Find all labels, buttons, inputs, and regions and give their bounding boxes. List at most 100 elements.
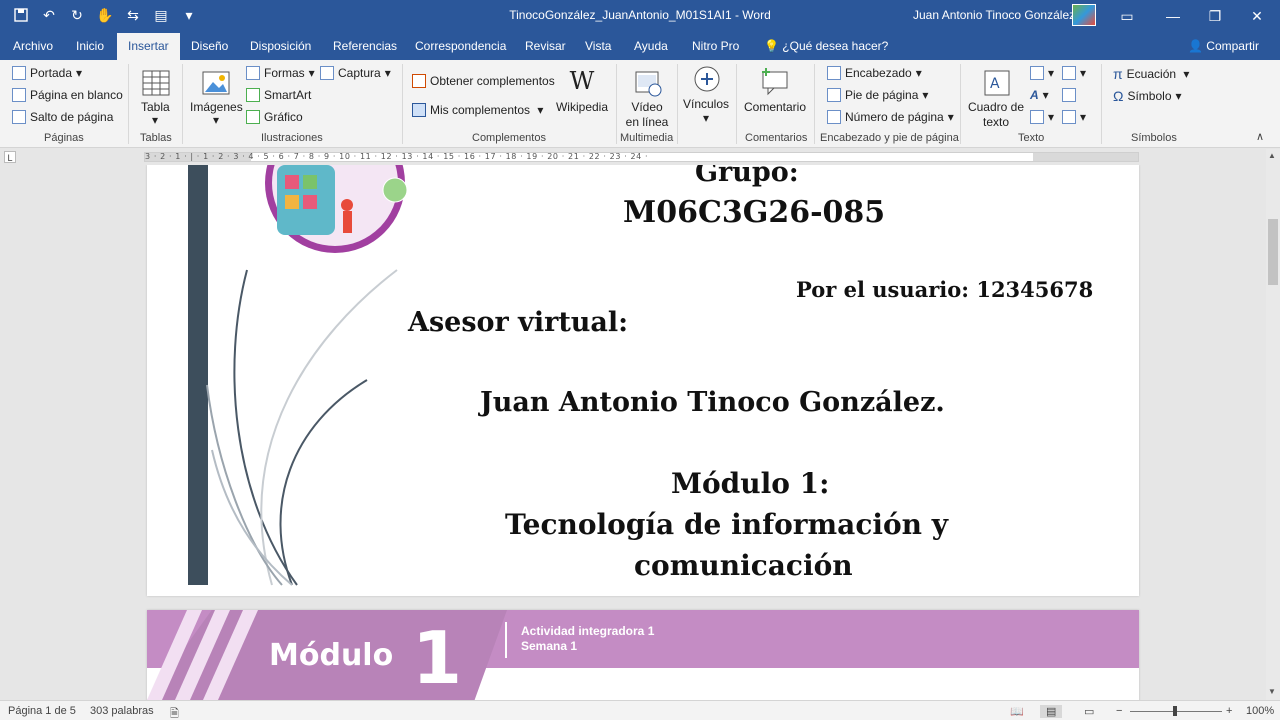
zoom-level[interactable]: 100% bbox=[1246, 705, 1274, 717]
wordart-button[interactable]: A ▾ bbox=[1030, 88, 1049, 102]
numero-de-pagina-label: Número de página bbox=[845, 110, 944, 124]
vertical-scrollbar[interactable]: ▲ ▼ bbox=[1266, 149, 1280, 700]
signature-icon bbox=[1062, 66, 1076, 80]
comentario-button[interactable]: Comentario bbox=[741, 100, 809, 115]
group-label-ilustraciones: Ilustraciones bbox=[261, 132, 323, 144]
tab-archivo[interactable]: Archivo bbox=[11, 32, 55, 60]
document-area[interactable]: Grupo: M06C3G26-085 Por el usuario: 1234… bbox=[0, 165, 1266, 700]
tab-disposicion[interactable]: Disposición bbox=[248, 32, 313, 60]
chevron-down-icon: ▾ bbox=[922, 88, 929, 102]
tab-diseno[interactable]: Diseño bbox=[189, 32, 230, 60]
vinculos-button[interactable]: Vínculos bbox=[682, 97, 730, 112]
pagina-en-blanco-label: Página en blanco bbox=[30, 88, 123, 102]
blank-page-icon bbox=[12, 88, 26, 102]
group-divider bbox=[182, 64, 183, 144]
object-button[interactable]: ▾ bbox=[1062, 110, 1086, 124]
tab-revisar[interactable]: Revisar bbox=[523, 32, 568, 60]
date-time-button[interactable] bbox=[1062, 88, 1076, 102]
store-icon bbox=[412, 74, 426, 88]
obtener-complementos-label: Obtener complementos bbox=[430, 74, 555, 88]
grafico-button[interactable]: Gráfico bbox=[246, 110, 303, 124]
formas-button[interactable]: Formas ▾ bbox=[246, 66, 315, 80]
portada-label: Portada bbox=[30, 66, 73, 80]
encabezado-label: Encabezado bbox=[845, 66, 912, 80]
tell-me-search[interactable]: 💡 ¿Qué desea hacer? bbox=[764, 32, 888, 60]
print-layout-icon[interactable]: ▤ bbox=[1040, 705, 1063, 718]
zoom-out-icon[interactable]: − bbox=[1116, 705, 1122, 717]
horizontal-ruler[interactable]: L 3 · 2 · 1 · | · 1 · 2 · 3 · 4 · 5 · 6 … bbox=[0, 149, 1266, 165]
ecuacion-button[interactable]: π Ecuación ▾ bbox=[1113, 66, 1189, 82]
restore-icon[interactable]: ❐ bbox=[1192, 0, 1238, 32]
tab-ayuda[interactable]: Ayuda bbox=[632, 32, 670, 60]
svg-text:A: A bbox=[990, 76, 1000, 92]
status-bar: Página 1 de 5 303 palabras 🗎 📖 ▤ ▭ − + 1… bbox=[0, 700, 1280, 720]
scroll-down-icon[interactable]: ▼ bbox=[1268, 687, 1276, 696]
collapse-ribbon-icon[interactable]: ∧ bbox=[1256, 130, 1264, 143]
pie-de-pagina-label: Pie de página bbox=[845, 88, 919, 102]
word-count[interactable]: 303 palabras bbox=[90, 705, 154, 717]
chevron-down-icon: ▾ bbox=[1042, 88, 1049, 102]
tab-referencias[interactable]: Referencias bbox=[331, 32, 399, 60]
tab-correspondencia[interactable]: Correspondencia bbox=[413, 32, 508, 60]
drop-cap-button[interactable]: ▾ bbox=[1030, 110, 1054, 124]
captura-button[interactable]: Captura ▾ bbox=[320, 66, 391, 80]
web-layout-icon[interactable]: ▭ bbox=[1084, 705, 1094, 718]
wikipedia-button[interactable]: Wikipedia bbox=[553, 100, 611, 115]
banner-actividad: Actividad integradora 1 bbox=[521, 624, 655, 638]
read-mode-icon[interactable]: 📖 bbox=[1010, 705, 1024, 718]
group-label-complementos: Complementos bbox=[472, 132, 546, 144]
share-button[interactable]: 👤 Compartir bbox=[1188, 32, 1259, 60]
encabezado-button[interactable]: Encabezado ▾ bbox=[827, 66, 922, 80]
comment-icon bbox=[762, 68, 788, 96]
tab-insertar[interactable]: Insertar bbox=[117, 33, 180, 60]
grupo-value: M06C3G26-085 bbox=[623, 195, 886, 230]
ruler-track[interactable]: 3 · 2 · 1 · | · 1 · 2 · 3 · 4 · 5 · 6 · … bbox=[144, 152, 1139, 162]
asesor-nombre: Juan Antonio Tinoco González. bbox=[480, 387, 945, 418]
page-1[interactable]: Grupo: M06C3G26-085 Por el usuario: 1234… bbox=[147, 165, 1139, 596]
person-icon: 👤 bbox=[1188, 39, 1207, 53]
ribbon-display-options-icon[interactable]: ▭ bbox=[1104, 0, 1150, 32]
pie-de-pagina-button[interactable]: Pie de página ▾ bbox=[827, 88, 928, 102]
simbolo-button[interactable]: Ω Símbolo ▾ bbox=[1113, 88, 1182, 104]
scrollbar-thumb[interactable] bbox=[1268, 219, 1278, 285]
group-label-paginas: Páginas bbox=[44, 132, 84, 144]
pagina-en-blanco-button[interactable]: Página en blanco bbox=[12, 88, 123, 102]
chevron-down-icon: ▾ bbox=[212, 113, 220, 127]
quick-parts-icon bbox=[1030, 66, 1044, 80]
wordart-icon: A bbox=[1030, 88, 1039, 102]
share-label: Compartir bbox=[1206, 39, 1259, 53]
zoom-slider-thumb[interactable] bbox=[1173, 706, 1177, 716]
signature-line-button[interactable]: ▾ bbox=[1062, 66, 1086, 80]
page-2[interactable]: Módulo 1 Actividad integradora 1 Semana … bbox=[147, 610, 1139, 700]
tab-inicio[interactable]: Inicio bbox=[74, 32, 106, 60]
portada-button[interactable]: Portada ▾ bbox=[12, 66, 82, 80]
shapes-icon bbox=[246, 66, 260, 80]
tab-nitro-pro[interactable]: Nitro Pro bbox=[690, 32, 741, 60]
mis-complementos-label: Mis complementos bbox=[430, 103, 531, 117]
video-button-line2[interactable]: en línea bbox=[622, 115, 672, 130]
tab-selector[interactable]: L bbox=[4, 151, 16, 163]
quick-parts-button[interactable]: ▾ bbox=[1030, 66, 1054, 80]
smartart-button[interactable]: SmartArt bbox=[246, 88, 311, 102]
scroll-up-icon[interactable]: ▲ bbox=[1268, 151, 1276, 160]
numero-de-pagina-button[interactable]: Número de página ▾ bbox=[827, 110, 954, 124]
chevron-down-icon: ▾ bbox=[1180, 67, 1190, 81]
cuadro-de-texto-button-line2[interactable]: texto bbox=[966, 115, 1026, 130]
account-name[interactable]: Juan Antonio Tinoco González bbox=[913, 8, 1075, 22]
my-addins-icon bbox=[412, 103, 426, 117]
cuadro-de-texto-button[interactable]: Cuadro de bbox=[966, 100, 1026, 115]
minimize-icon[interactable]: — bbox=[1150, 0, 1196, 32]
chevron-down-icon: ▾ bbox=[1080, 110, 1087, 124]
page-count[interactable]: Página 1 de 5 bbox=[8, 705, 76, 717]
obtener-complementos-button[interactable]: Obtener complementos bbox=[412, 74, 555, 88]
tab-vista[interactable]: Vista bbox=[583, 32, 613, 60]
close-icon[interactable]: ✕ bbox=[1234, 0, 1280, 32]
video-button[interactable]: Vídeo bbox=[622, 100, 672, 115]
chevron-down-icon: ▾ bbox=[308, 66, 315, 80]
zoom-in-icon[interactable]: + bbox=[1226, 705, 1232, 717]
salto-de-pagina-button[interactable]: Salto de página bbox=[12, 110, 113, 124]
proofing-icon[interactable]: 🗎 bbox=[170, 705, 179, 720]
ecuacion-label: Ecuación bbox=[1126, 67, 1177, 81]
mis-complementos-button[interactable]: Mis complementos ▾ bbox=[412, 103, 543, 117]
avatar[interactable] bbox=[1072, 4, 1096, 26]
